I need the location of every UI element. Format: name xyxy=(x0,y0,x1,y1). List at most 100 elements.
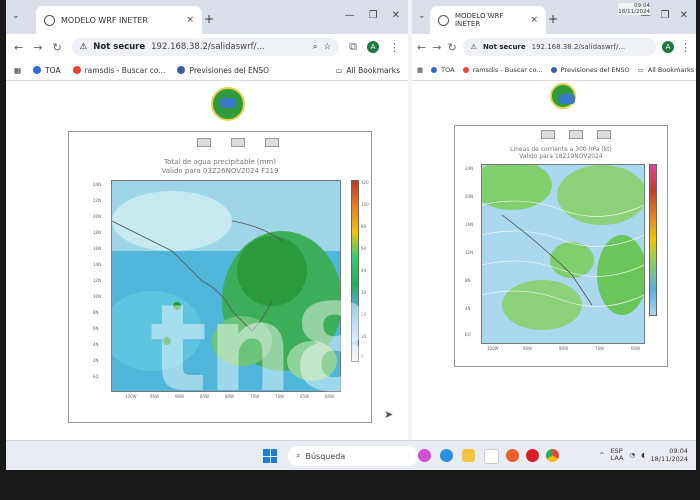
tab-search-icon[interactable]: ⌄ xyxy=(12,11,20,21)
language-indicator[interactable]: ESP LAA xyxy=(611,448,624,462)
menu-icon[interactable]: ⋮ xyxy=(680,41,691,54)
chevron-up-icon[interactable]: ^ xyxy=(599,451,604,459)
tab-modelo-wrf[interactable]: MODELO WRF INETER × xyxy=(430,6,546,34)
reload-icon[interactable]: ↻ xyxy=(52,41,61,54)
forward-icon[interactable]: → xyxy=(432,41,441,54)
window-controls: — ❐ ✕ xyxy=(345,10,400,21)
bookmark-toa[interactable]: TOA xyxy=(33,66,61,75)
new-tab-button[interactable]: + xyxy=(548,12,558,26)
bookmark-label: Previsiones del ENSO xyxy=(560,66,630,74)
monitor: ⌄ MODELO WRF INETER × + — ❐ ✕ ← → ↻ ⚠ No… xyxy=(0,0,700,500)
address-bar[interactable]: ⚠ Not secure 192.168.38.2/salidaswrf/... xyxy=(462,38,656,56)
file-explorer-icon[interactable] xyxy=(462,449,475,462)
opera-icon[interactable] xyxy=(526,449,539,462)
windows-start-icon[interactable] xyxy=(263,449,277,463)
view-button-3[interactable] xyxy=(597,130,611,139)
x-tick: 70W xyxy=(595,346,605,351)
tab-modelo-wrf[interactable]: MODELO WRF INETER × xyxy=(36,6,202,34)
y-tick: 6N xyxy=(93,326,99,331)
view-button-3[interactable] xyxy=(265,138,279,147)
bookmark-label: All Bookmarks xyxy=(346,65,400,75)
menu-icon[interactable]: ⋮ xyxy=(389,41,400,54)
apps-icon[interactable]: ▦ xyxy=(14,66,21,75)
address-bar[interactable]: ⚠ Not secure 192.168.38.2/salidaswrf/...… xyxy=(71,38,340,56)
all-bookmarks-button[interactable]: ▭ All Bookmarks xyxy=(335,66,400,75)
search-icon: ⌕ xyxy=(296,451,301,460)
navigation-bar: ← → ↻ ⚠ Not secure 192.168.38.2/salidasw… xyxy=(412,34,696,60)
maximize-button[interactable]: ❐ xyxy=(661,10,670,21)
taskbar-clock[interactable]: 09:04 18/11/2024 xyxy=(651,447,688,463)
back-icon[interactable]: ← xyxy=(417,41,426,54)
watermark: tn8 xyxy=(150,280,377,419)
minimize-button[interactable]: — xyxy=(345,10,355,21)
x-tick: 100W xyxy=(487,346,499,351)
avatar[interactable]: A xyxy=(662,41,674,53)
new-tab-button[interactable]: + xyxy=(204,12,214,26)
map-title-line2: Valido para 03Z26NOV2024 F219 xyxy=(161,167,279,175)
tab-close-button[interactable]: × xyxy=(530,15,538,25)
bookmark-ramsdis[interactable]: ramsdis - Buscar co... xyxy=(462,66,543,74)
colorbar xyxy=(649,164,657,316)
tab-search-icon[interactable]: ⌄ xyxy=(418,11,426,21)
y-tick: 16N xyxy=(93,246,102,251)
forward-icon[interactable]: → xyxy=(33,41,42,54)
right-browser-window: ⌄ MODELO WRF INETER × + — ❐ ✕ ← → ↻ ⚠ No… xyxy=(412,0,696,440)
star-icon[interactable]: ☆ xyxy=(324,42,332,52)
apps-icon[interactable]: ▦ xyxy=(417,66,423,74)
map-title-line1: Lineas de corriente a 300 hPa (kt) xyxy=(510,146,612,153)
map-title-line2: Valido para 18Z19NOV2024 xyxy=(519,153,603,160)
wifi-icon[interactable]: ◔ xyxy=(629,451,635,459)
y-tick: 10N xyxy=(93,294,102,299)
folder-icon: ▭ xyxy=(637,66,644,74)
avatar[interactable]: A xyxy=(367,41,379,53)
copilot-icon[interactable] xyxy=(418,449,431,462)
tab-close-button[interactable]: × xyxy=(186,15,194,25)
map-title: Lineas de corriente a 300 hPa (kt) Valid… xyxy=(455,146,667,160)
bookmark-label: TOA xyxy=(441,66,455,74)
reload-icon[interactable]: ↻ xyxy=(447,41,456,54)
y-tick: 12N xyxy=(93,278,102,283)
view-button-1[interactable] xyxy=(197,138,211,147)
colorbar-tick: 40 xyxy=(361,268,367,273)
extensions-icon[interactable]: ⧉ xyxy=(349,40,357,54)
bookmark-enso[interactable]: Previsiones del ENSO xyxy=(550,66,630,74)
mouse-cursor-icon: ➤ xyxy=(384,408,394,421)
maximize-button[interactable]: ❐ xyxy=(369,10,378,21)
bookmark-label: Previsiones del ENSO xyxy=(189,65,269,75)
tab-title: MODELO WRF INETER xyxy=(61,15,148,25)
view-button-2[interactable] xyxy=(231,138,245,147)
chrome-icon[interactable] xyxy=(546,449,559,462)
url-text: 192.168.38.2/salidaswrf/... xyxy=(531,43,626,51)
google-icon xyxy=(462,67,469,73)
volume-icon[interactable]: ◖ xyxy=(641,451,644,459)
y-tick: 16N xyxy=(465,222,474,227)
y-tick: 4N xyxy=(93,342,99,347)
document-icon[interactable] xyxy=(484,449,499,464)
lang-layout: LAA xyxy=(610,454,624,462)
google-icon xyxy=(72,66,81,74)
map-image xyxy=(482,165,644,343)
bookmark-toa[interactable]: TOA xyxy=(431,66,455,74)
y-tick: 22N xyxy=(93,198,102,203)
x-tick: 60W xyxy=(631,346,641,351)
map-title: Total de agua precipitable (mm) Valido p… xyxy=(69,158,371,176)
taskbar-search[interactable]: ⌕ Búsqueda xyxy=(288,446,418,466)
edge-icon[interactable] xyxy=(440,449,453,462)
firefox-icon[interactable] xyxy=(506,449,519,462)
close-window-button[interactable]: ✕ xyxy=(392,10,400,21)
bookmark-enso[interactable]: Previsiones del ENSO xyxy=(177,66,269,75)
bookmark-label: All Bookmarks xyxy=(647,66,695,74)
view-button-1[interactable] xyxy=(541,130,555,139)
all-bookmarks-button[interactable]: ▭ All Bookmarks xyxy=(638,66,695,74)
bookmark-ramsdis[interactable]: ramsdis - Buscar co... xyxy=(72,66,165,75)
y-tick: 2N xyxy=(93,358,99,363)
back-icon[interactable]: ← xyxy=(14,41,23,54)
colorbar-tick: 120 xyxy=(361,180,369,185)
close-window-button[interactable]: ✕ xyxy=(680,10,688,21)
warning-icon: ⚠ xyxy=(79,42,88,52)
site-icon xyxy=(177,66,186,74)
view-button-2[interactable] xyxy=(569,130,583,139)
zoom-icon[interactable]: ⌕ xyxy=(313,42,318,52)
search-placeholder: Búsqueda xyxy=(305,451,346,461)
tab-strip: ⌄ MODELO WRF INETER × + — ❐ ✕ xyxy=(6,0,408,34)
